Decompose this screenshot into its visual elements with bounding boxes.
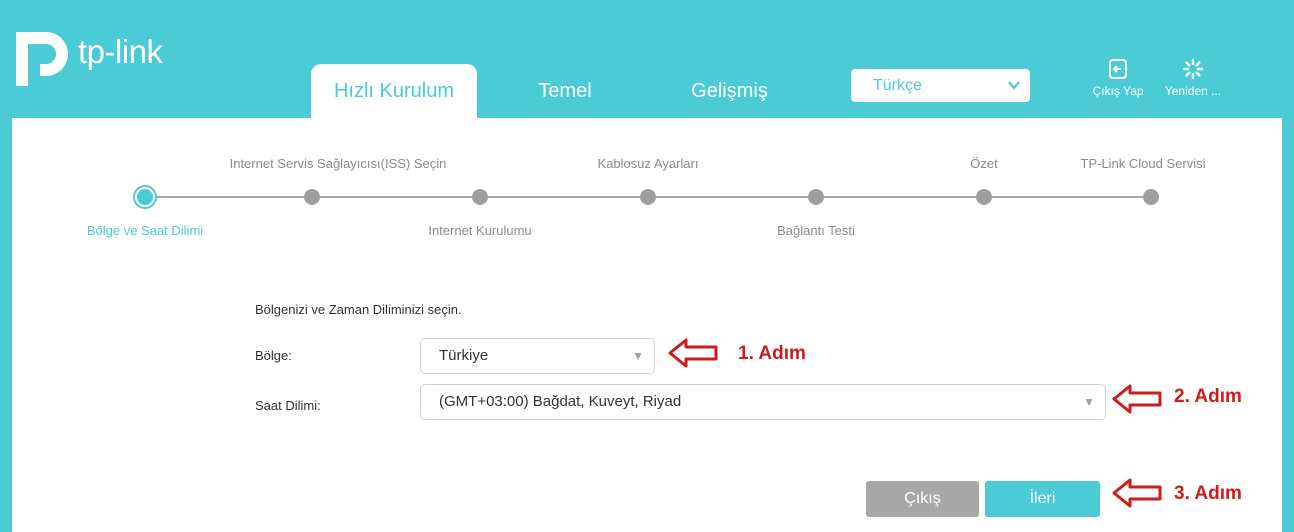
tab-quick-setup[interactable]: Hızlı Kurulum <box>311 64 477 118</box>
timezone-label: Saat Dilimi: <box>255 398 321 413</box>
tab-basic[interactable]: Temel <box>520 64 610 118</box>
step-label-wireless: Kablosuz Ayarları <box>597 156 699 171</box>
timezone-select[interactable]: (GMT+03:00) Bağdat, Kuveyt, Riyad ▼ <box>420 384 1106 420</box>
language-select-value: Türkçe <box>873 77 922 94</box>
exit-button[interactable]: Çıkış <box>866 481 979 517</box>
logout-button[interactable]: Çıkış Yap <box>1083 58 1153 98</box>
language-select[interactable]: Türkçe <box>851 69 1030 102</box>
step-label-summary: Özet <box>970 156 998 171</box>
region-label: Bölge: <box>255 348 292 363</box>
annotation-step3: 3. Adım <box>1174 483 1242 504</box>
step-dot-wireless <box>640 189 656 205</box>
step-dot-connection-test <box>808 189 824 205</box>
annotation-arrow-1-icon <box>668 338 718 368</box>
logo-text: tp-link <box>78 33 163 70</box>
step-dot-internet <box>472 189 488 205</box>
tab-advanced[interactable]: Gelişmiş <box>672 64 787 118</box>
annotation-step2: 2. Adım <box>1174 386 1242 407</box>
main-content <box>12 118 1282 532</box>
step-label-isp: Internet Servis Sağlayıcısı(ISS) Seçin <box>229 156 447 171</box>
logout-icon <box>1083 58 1153 80</box>
step-label-cloud: TP-Link Cloud Servisi <box>1080 156 1206 171</box>
reboot-label: Yeniden ... <box>1164 84 1222 98</box>
chevron-down-icon <box>1008 69 1020 114</box>
region-select[interactable]: Türkiye ▼ <box>420 338 655 374</box>
logout-label: Çıkış Yap <box>1092 84 1144 98</box>
timezone-select-value: (GMT+03:00) Bağdat, Kuveyt, Riyad <box>439 393 682 410</box>
step-label-internet: Internet Kurulumu <box>428 223 532 238</box>
next-button[interactable]: İleri <box>985 481 1100 517</box>
annotation-arrow-3-icon <box>1112 478 1162 508</box>
reboot-button[interactable]: Yeniden ... <box>1158 58 1228 98</box>
tp-link-logo: tp-link <box>12 24 182 94</box>
step-dot-summary <box>976 189 992 205</box>
form-title: Bölgenizi ve Zaman Diliminizi seçin. <box>255 302 462 317</box>
caret-down-icon: ▼ <box>1083 395 1095 409</box>
caret-down-icon: ▼ <box>632 349 644 363</box>
step-label-connection-test: Bağlantı Testi <box>777 223 855 238</box>
step-dot-region <box>135 187 155 207</box>
region-select-value: Türkiye <box>439 347 489 364</box>
step-dot-isp <box>304 189 320 205</box>
step-label-region: Bölge ve Saat Dilimi <box>86 223 204 238</box>
step-dot-cloud <box>1143 189 1159 205</box>
annotation-arrow-2-icon <box>1112 384 1162 414</box>
annotation-step1: 1. Adım <box>738 343 806 364</box>
reboot-icon <box>1158 58 1228 80</box>
tp-link-logo-icon <box>16 32 68 86</box>
